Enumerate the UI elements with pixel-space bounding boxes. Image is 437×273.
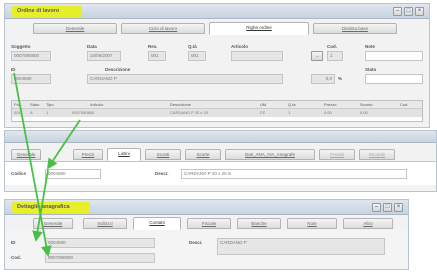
arrow-line	[13, 72, 52, 257]
arrow-line	[47, 119, 81, 170]
annotation-arrows	[13, 72, 81, 257]
